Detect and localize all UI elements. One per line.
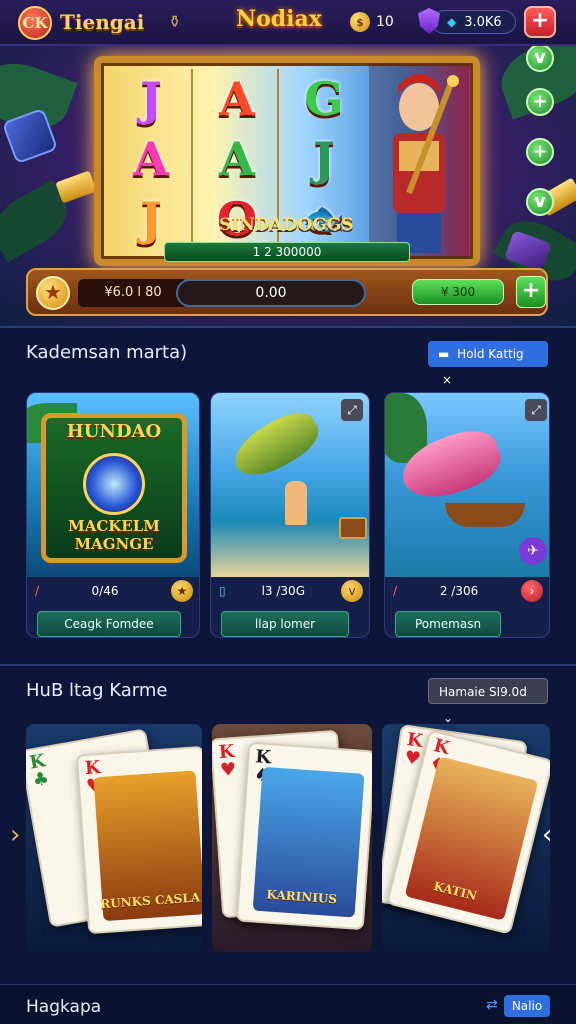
fish-illustration: [226, 403, 326, 487]
game-art: ⤢ ✈: [385, 393, 549, 577]
portal-icon: [83, 453, 145, 515]
section-divider: [0, 664, 576, 666]
bet-amount[interactable]: ¥6.0 l 80: [78, 279, 188, 307]
card-game-panel[interactable]: K♥ K♠ KARINIUS: [212, 724, 372, 952]
filter-icon: ▬: [438, 347, 450, 361]
coin-icon: $: [350, 12, 370, 32]
increase-bet-button[interactable]: +: [516, 276, 546, 308]
balance-pill[interactable]: ◆ 3.0K6: [432, 10, 516, 34]
reel-symbol: A: [133, 132, 169, 186]
star-icon[interactable]: ★: [171, 580, 193, 602]
slot-title: SINDADOGGS: [219, 215, 354, 235]
side-add-button[interactable]: +: [526, 138, 554, 166]
game-value: l3 /30G: [261, 584, 305, 598]
chevron-right-icon[interactable]: ‹: [542, 820, 552, 850]
game-meta: ▯ l3 /30G v: [219, 579, 363, 603]
star-icon[interactable]: ★: [36, 276, 70, 310]
card-games-row: K♣ K♥ RUNKS CASLA K♥ K♠ KARINIUS: [26, 724, 550, 952]
share-icon[interactable]: ⤢: [341, 399, 363, 421]
game-play-button[interactable]: llap lomer: [221, 611, 349, 637]
card-rank: K ♣: [27, 750, 51, 792]
ticket-icon: ▯: [219, 584, 226, 598]
art-title: HUNDAO: [66, 421, 162, 442]
game-meta: / 0/46 ★: [35, 579, 193, 603]
playing-card: K♠ KARINIUS: [235, 741, 372, 931]
jackpot-display: 1 2 300000: [164, 242, 410, 262]
section-title: Kademsan marta): [26, 342, 188, 363]
filter-label: Hold Kattig: [457, 347, 524, 361]
gem-icon: ◆: [447, 15, 457, 29]
balance-value: 3.0K6: [464, 14, 502, 30]
game-logo: Nodiax: [236, 6, 322, 32]
gold-bar-decoration: [55, 170, 97, 204]
playing-card: K♥ RUNKS CASLA: [75, 745, 202, 935]
game-value: 2 /306: [439, 584, 479, 598]
reel-symbol: J: [140, 72, 162, 126]
art-subtitle: MACKELM MAGNGE: [68, 517, 160, 553]
boat-illustration: [445, 503, 525, 527]
refresh-icon[interactable]: ⇄: [486, 997, 498, 1013]
trophy-icon: ⚱: [168, 12, 182, 31]
auto-spin-button[interactable]: ¥ 300: [412, 279, 504, 305]
win-amount: 0.00: [176, 279, 366, 307]
reel-symbol: A: [219, 132, 255, 186]
card-rank: K♥: [218, 741, 237, 782]
add-funds-button[interactable]: +: [524, 6, 556, 38]
chevron-down-icon[interactable]: v: [341, 580, 363, 602]
section-divider: [0, 326, 576, 328]
game-art: HUNDAO MACKELM MAGNGE: [27, 393, 199, 577]
slot-control-bar: ★ ¥6.0 l 80 0.00 ¥ 300 +: [26, 268, 548, 316]
plane-icon[interactable]: ✈: [519, 537, 547, 565]
bottom-title: Hagkapa: [26, 997, 102, 1017]
reel-1: J A J: [111, 69, 193, 253]
filter-pill[interactable]: Hamaie SI9.0d ⌄: [428, 678, 548, 725]
game-play-button[interactable]: Ceagk Fomdee: [37, 611, 181, 637]
brand-badge[interactable]: CK: [18, 6, 52, 40]
card-game-panel[interactable]: K♥ K♦ KATIN: [382, 724, 550, 952]
fisher-figure: [285, 481, 307, 525]
card-game-panel[interactable]: K♣ K♥ RUNKS CASLA: [26, 724, 202, 952]
brand-name: Tiengai: [60, 10, 145, 34]
section-title: HuB ltag Karme: [26, 680, 168, 701]
game-card[interactable]: ⤢ ▯ l3 /30G v llap lomer: [210, 392, 370, 638]
game-art: ⤢: [211, 393, 369, 577]
filter-pill[interactable]: ▬ Hold Kattig ×: [428, 341, 548, 387]
slot-hero: J A J A A O G J 🐟 SINDADOGGS 1 2 300000 …: [0, 46, 576, 326]
reel-symbol: J: [140, 192, 162, 246]
game-card[interactable]: HUNDAO MACKELM MAGNGE / 0/46 ★ Ceagk Fom…: [26, 392, 200, 638]
chevron-left-icon[interactable]: ›: [10, 820, 20, 850]
filter-label: Hamaie SI9.0d: [439, 685, 527, 699]
new-button[interactable]: Nalio: [504, 995, 550, 1017]
chevron-down-icon: ⌄: [443, 711, 454, 725]
top-bar: CK Tiengai ⚱ Nodiax $ 10 ◆ 3.0K6 +: [0, 0, 576, 46]
share-icon[interactable]: ⤢: [525, 399, 547, 421]
reel-symbol: A: [219, 72, 255, 126]
bottom-bar: Hagkapa ⇄ Nalio: [0, 984, 576, 1024]
game-card[interactable]: ⤢ ✈ / 2 /306 › Pomemasn: [384, 392, 550, 638]
hero-character: [369, 63, 469, 259]
game-meta: / 2 /306 ›: [393, 579, 543, 603]
close-icon: ×: [442, 373, 453, 387]
chevron-right-icon[interactable]: ›: [521, 580, 543, 602]
coin-count: 10: [376, 14, 394, 30]
side-add-button[interactable]: +: [526, 88, 554, 116]
game-value: 0/46: [91, 584, 119, 598]
slot-machine-frame: J A J A A O G J 🐟 SINDADOGGS: [94, 56, 480, 266]
side-collapse-button[interactable]: v: [526, 188, 554, 216]
reel-symbol: G: [304, 72, 344, 126]
reel-symbol: J: [313, 132, 335, 186]
treasure-chest: [339, 517, 367, 539]
game-play-button[interactable]: Pomemasn: [395, 611, 501, 637]
